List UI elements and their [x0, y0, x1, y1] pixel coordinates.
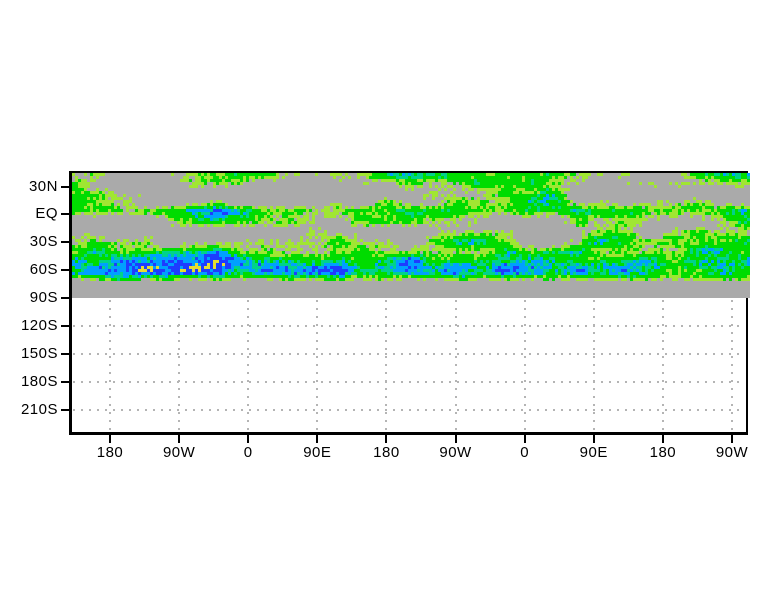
y-tick-mark: [61, 297, 69, 300]
h-gridline: [73, 325, 744, 327]
x-tick-mark: [730, 435, 733, 443]
y-tick-mark: [61, 269, 69, 272]
y-tick-mark: [61, 213, 69, 216]
h-gridline: [73, 408, 744, 411]
x-tick-label-1: 90W: [162, 444, 196, 461]
v-gridline: [247, 300, 250, 432]
y-tick-mark: [61, 241, 69, 244]
x-tick-mark: [316, 435, 319, 443]
x-tick-label-7: 90E: [579, 444, 608, 461]
h-gridline: [73, 352, 744, 355]
v-gridline: [385, 300, 388, 432]
h-gridline: [73, 380, 744, 383]
x-tick-mark: [454, 435, 457, 443]
x-tick-label-9: 90W: [715, 444, 749, 461]
y-tick-label-180S: 180S: [20, 372, 58, 390]
x-tick-mark: [523, 435, 526, 443]
x-tick-mark: [247, 435, 250, 443]
v-gridline: [109, 300, 111, 432]
v-gridline: [592, 300, 595, 432]
v-gridline: [661, 300, 664, 432]
y-tick-label-120S: 120S: [20, 317, 58, 334]
x-tick-mark: [109, 435, 111, 443]
x-tick-label-8: 180: [649, 444, 677, 461]
x-tick-label-6: 0: [520, 444, 530, 461]
x-tick-mark: [661, 435, 664, 443]
x-tick-mark: [592, 435, 595, 443]
x-tick-label-5: 90W: [439, 444, 472, 461]
y-tick-label-150S: 150S: [20, 344, 58, 362]
v-gridline: [178, 300, 181, 432]
x-tick-mark: [178, 435, 181, 443]
v-gridline: [523, 300, 526, 432]
y-tick-mark: [61, 380, 69, 383]
y-tick-mark: [61, 185, 69, 188]
v-gridline: [730, 300, 733, 432]
heatmap-canvas: [72, 173, 750, 298]
x-tick-label-4: 180: [373, 444, 400, 461]
x-tick-mark: [385, 435, 388, 443]
y-tick-label-30N: 30N: [28, 177, 58, 195]
y-tick-mark: [61, 408, 69, 411]
x-tick-label-2: 0: [243, 444, 253, 461]
x-tick-label-3: 90E: [303, 444, 332, 461]
y-tick-label-30S: 30S: [29, 233, 58, 251]
figure-canvas: 30N EQ 30S 60S 90S 120S 150S 180S 210S 180 90W 0 90…: [0, 0, 784, 612]
y-tick-mark: [61, 352, 69, 355]
v-gridline: [316, 300, 319, 432]
y-tick-label-90S: 90S: [29, 289, 58, 307]
y-tick-label-210S: 210S: [20, 400, 58, 418]
v-gridline: [454, 300, 457, 432]
y-tick-mark: [61, 325, 69, 327]
y-tick-label-EQ: EQ: [35, 205, 58, 223]
x-tick-label-0: 180: [96, 444, 124, 461]
y-tick-label-60S: 60S: [29, 261, 58, 279]
